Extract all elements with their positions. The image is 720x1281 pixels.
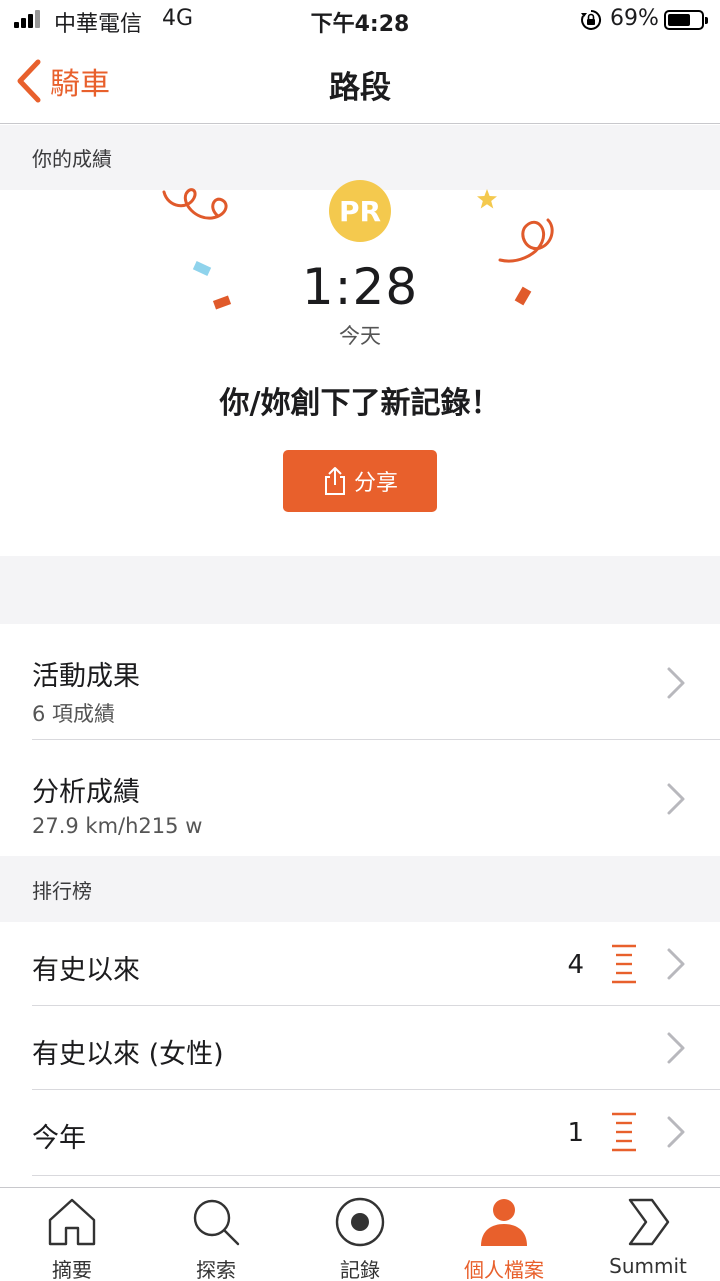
leaderboard-bars-icon [612, 944, 636, 984]
chevron-right-icon [667, 948, 685, 980]
pr-time: 1:28 [301, 258, 419, 316]
record-icon [335, 1197, 385, 1247]
row-title: 活動成果 [32, 661, 140, 692]
leaderboard-row-this-year[interactable]: 今年 1 [0, 1090, 720, 1176]
section-header-label: 排行榜 [32, 878, 92, 903]
summit-icon [628, 1198, 670, 1246]
new-record-message: 你/妳創下了新記錄！ [219, 386, 501, 421]
section-header-label: 你的成績 [32, 147, 112, 171]
section-header-leaderboard: 排行榜 [0, 856, 720, 922]
chevron-right-icon [667, 1032, 685, 1064]
search-icon [193, 1199, 240, 1246]
row-title: 分析成績 [32, 777, 140, 808]
chevron-right-icon [667, 1116, 685, 1148]
chevron-right-icon [667, 783, 685, 815]
rank-value: 1 [567, 1118, 584, 1148]
stats-row-activity-results[interactable]: 活動成果 6 項成績 [0, 624, 720, 740]
confetti-swirl-icon [162, 188, 228, 220]
row-title: 有史以來 (女性) [32, 1039, 224, 1070]
share-button[interactable]: 分享 [283, 450, 437, 512]
battery-icon [664, 10, 708, 30]
tab-label: 記錄 [340, 1258, 380, 1281]
page-title: 路段 [329, 70, 391, 106]
leaderboard-row-all-time[interactable]: 有史以來 4 [0, 922, 720, 1006]
pr-badge: PR [329, 180, 391, 242]
chevron-right-icon [667, 667, 685, 699]
navigation-bar: 騎車 路段 [0, 40, 720, 124]
tab-label: 個人檔案 [464, 1258, 544, 1281]
row-title: 今年 [32, 1123, 86, 1154]
tab-label: 探索 [196, 1258, 236, 1281]
tab-label: Summit [609, 1254, 687, 1278]
section-spacer [0, 556, 720, 624]
share-icon [324, 467, 345, 495]
tab-label: 摘要 [52, 1258, 92, 1281]
tab-record[interactable]: 記錄 [288, 1188, 432, 1281]
pr-date: 今天 [339, 324, 381, 348]
tab-profile[interactable]: 個人檔案 [432, 1188, 576, 1281]
share-label: 分享 [353, 471, 398, 496]
rotation-lock-icon [581, 9, 602, 30]
row-subtitle: 27.9 km/h215 w [32, 814, 203, 838]
tab-summit[interactable]: Summit [576, 1188, 720, 1281]
profile-icon [481, 1199, 527, 1246]
tab-home[interactable]: 摘要 [0, 1188, 144, 1281]
battery-percent: 69% [610, 6, 659, 31]
tab-explore[interactable]: 探索 [144, 1188, 288, 1281]
tab-bar: 摘要 探索 記錄 個人檔案 Summit [0, 1187, 720, 1281]
rank-value: 4 [567, 950, 584, 980]
row-subtitle: 6 項成績 [32, 702, 116, 726]
row-title: 有史以來 [32, 955, 140, 986]
stats-row-analysis[interactable]: 分析成績 27.9 km/h215 w [0, 740, 720, 856]
star-confetti-icon [477, 189, 497, 209]
status-bar: 中華電信 4G 下午4:28 69% [0, 0, 720, 40]
leaderboard-row-all-time-women[interactable]: 有史以來 (女性) [0, 1006, 720, 1090]
leaderboard-bars-icon [612, 1112, 636, 1152]
home-icon [48, 1198, 96, 1246]
